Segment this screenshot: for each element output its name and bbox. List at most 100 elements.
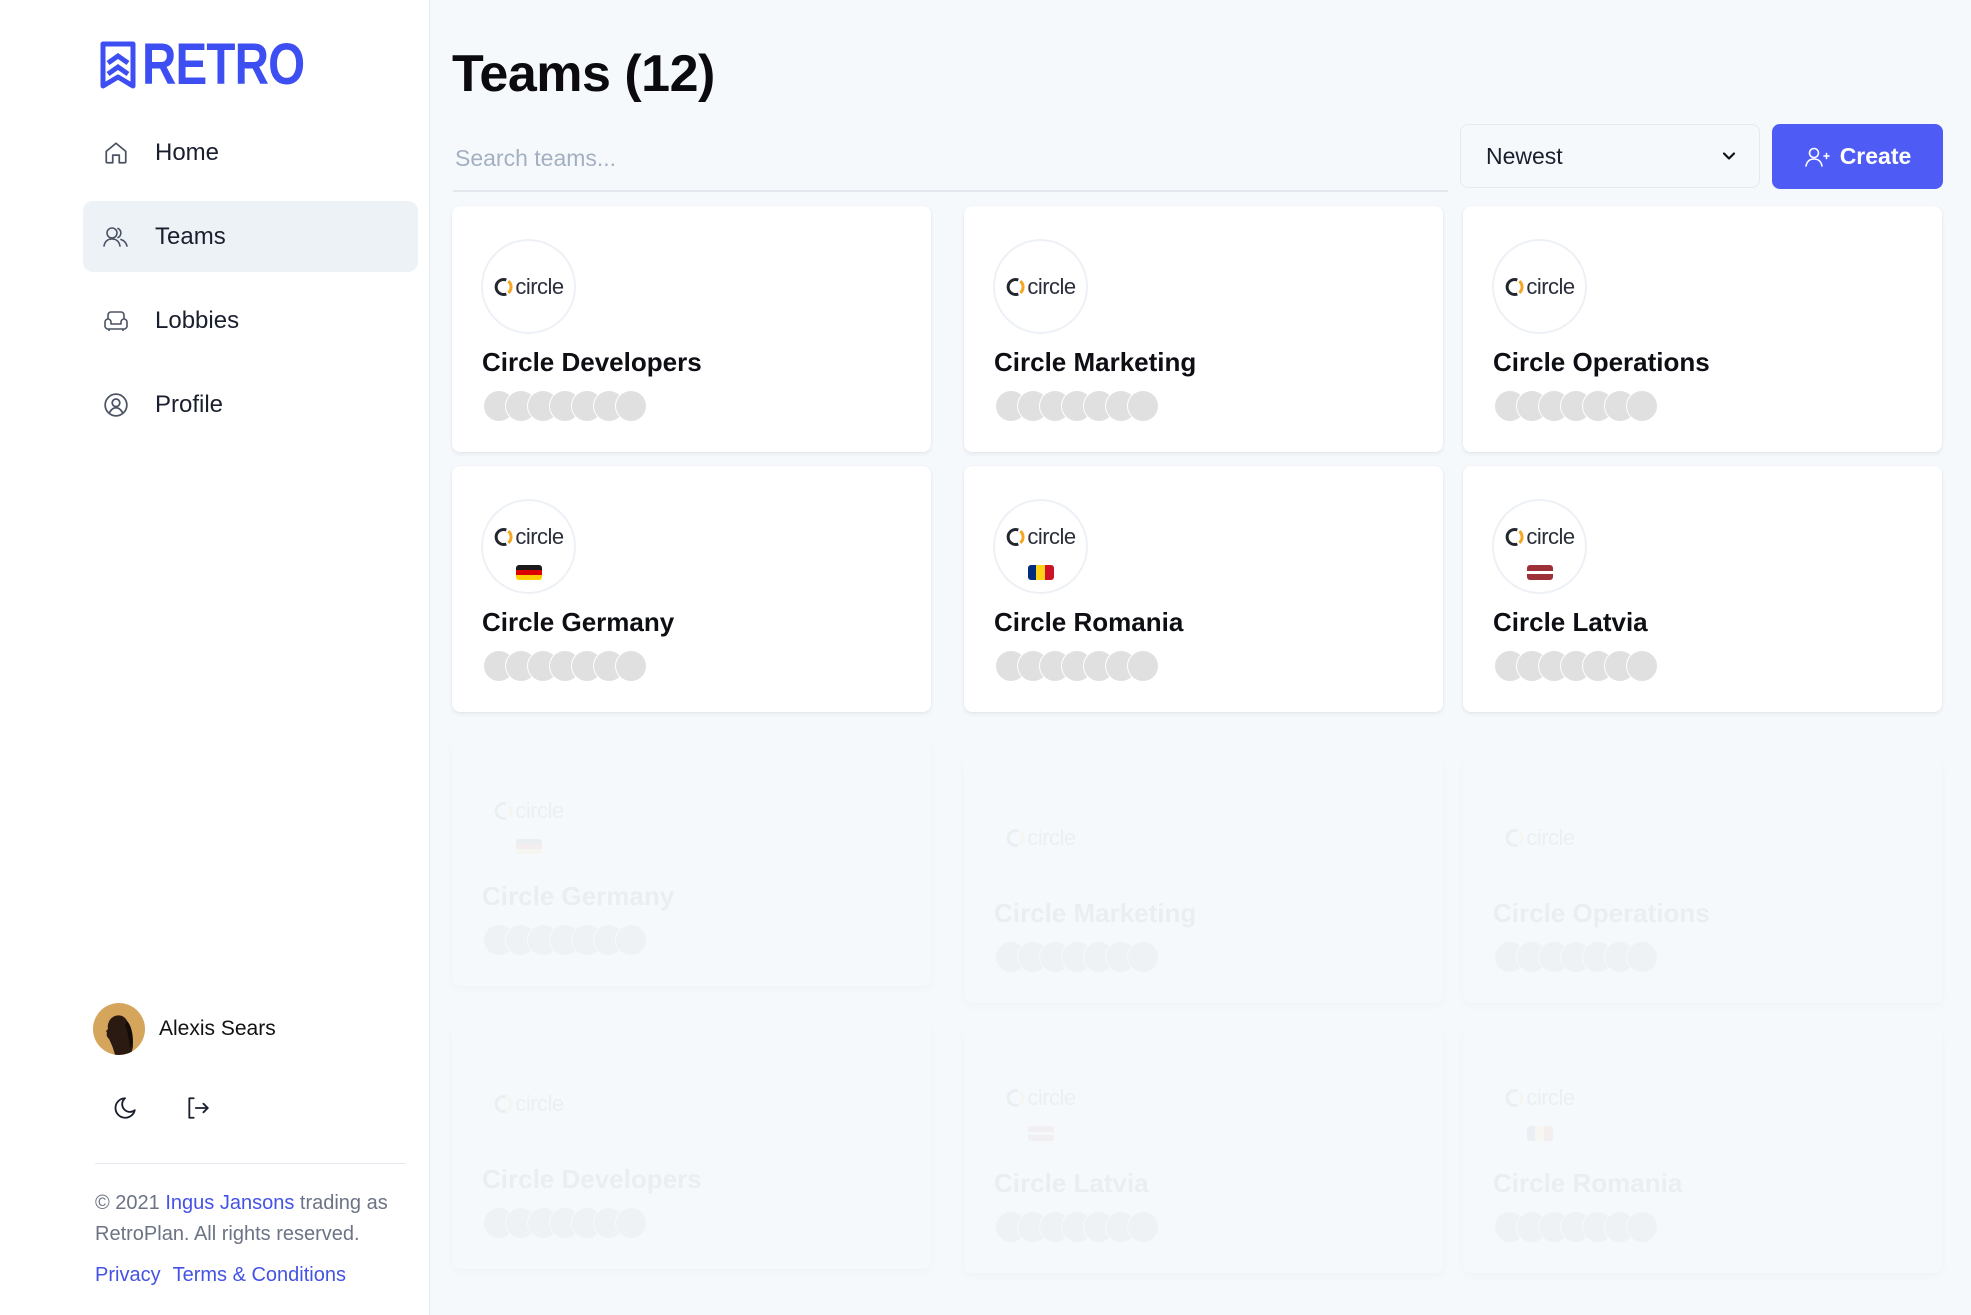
- member-avatars: [995, 650, 1195, 682]
- logo-text: circle: [1526, 273, 1575, 299]
- author-link[interactable]: Ingus Jansons: [165, 1192, 294, 1214]
- team-name: Circle Operations: [1493, 347, 1710, 377]
- armchair-icon: [101, 306, 131, 336]
- team-card[interactable]: circle Circle Germany: [452, 466, 931, 712]
- circle-logo: circle: [493, 798, 564, 824]
- logo-text: circle: [1027, 1085, 1076, 1111]
- copyright-prefix: © 2021: [95, 1192, 166, 1214]
- member-avatar: [615, 924, 647, 956]
- logo-text: circle: [1027, 524, 1076, 550]
- member-avatars: [1494, 390, 1694, 422]
- team-logo: circle: [481, 499, 576, 594]
- page-title: Teams (12): [452, 45, 715, 103]
- circle-logo: circle: [493, 524, 564, 550]
- flag-lv-icon: [1526, 564, 1553, 580]
- sort-select[interactable]: Newest: [1460, 124, 1760, 188]
- privacy-link[interactable]: Privacy: [95, 1264, 161, 1287]
- logout-icon: [188, 1097, 209, 1119]
- circle-logo: circle: [1005, 524, 1076, 550]
- sidebar-item-profile[interactable]: Profile: [83, 369, 418, 440]
- sidebar-item-label: Teams: [155, 222, 226, 250]
- member-avatars: [1494, 1211, 1694, 1243]
- team-logo: circle: [993, 790, 1088, 885]
- flag-lv-icon: [1027, 1125, 1054, 1141]
- team-name: Circle Germany: [482, 607, 675, 637]
- team-name: Circle Germany: [482, 881, 674, 912]
- team-card[interactable]: circle Circle Marketing: [964, 206, 1443, 452]
- logo-text: circle: [515, 798, 564, 824]
- team-name: Circle Marketing: [994, 347, 1197, 377]
- circle-logo: circle: [1504, 825, 1575, 851]
- member-avatars: [1494, 941, 1694, 973]
- circle-logo-mark-icon: [1505, 528, 1524, 547]
- sidebar-item-lobbies[interactable]: Lobbies: [83, 285, 418, 356]
- sidebar-item-home[interactable]: Home: [83, 117, 418, 188]
- logo-text: circle: [1027, 273, 1076, 299]
- member-avatar: [1127, 390, 1159, 422]
- chevron-down-icon: [1721, 143, 1737, 170]
- create-team-button[interactable]: Create: [1772, 124, 1943, 189]
- team-name: Circle Latvia: [1493, 607, 1648, 637]
- team-card[interactable]: circle Circle Romania: [964, 466, 1443, 712]
- user-circle-icon: [101, 390, 131, 420]
- theme-toggle-button[interactable]: [110, 1093, 140, 1123]
- sidebar: RETRO Home Teams Lobbies Profile Alexis …: [0, 0, 430, 1315]
- circle-logo-mark-icon: [1505, 277, 1524, 296]
- team-name: Circle Romania: [994, 607, 1184, 637]
- member-avatar: [1626, 941, 1658, 973]
- member-avatar: [1127, 650, 1159, 682]
- circle-logo: circle: [1005, 273, 1076, 300]
- logo-text: circle: [1526, 825, 1575, 851]
- flag-de-icon: [515, 838, 542, 854]
- team-logo: circle: [993, 1060, 1088, 1155]
- member-avatars: [995, 1211, 1195, 1243]
- member-avatars: [483, 1207, 683, 1239]
- team-logo: circle: [993, 499, 1088, 594]
- search-input[interactable]: [453, 126, 1448, 192]
- flag-ro-icon: [1526, 1125, 1553, 1141]
- team-name: Circle Romania: [1493, 1168, 1682, 1199]
- team-card[interactable]: circle Circle Operations: [1463, 206, 1942, 452]
- logo-text: circle: [515, 273, 564, 299]
- copyright-text: © 2021 Ingus Jansons trading as RetroPla…: [95, 1188, 415, 1250]
- member-avatars: [483, 924, 683, 956]
- circle-logo-mark-icon: [1006, 828, 1025, 847]
- terms-link[interactable]: Terms & Conditions: [173, 1264, 346, 1287]
- circle-logo-mark-icon: [1006, 1089, 1025, 1108]
- team-name: Circle Marketing: [994, 898, 1196, 929]
- team-name: Circle Developers: [482, 1164, 702, 1195]
- circle-logo-mark-icon: [1006, 528, 1025, 547]
- sidebar-item-label: Profile: [155, 390, 224, 418]
- add-user-icon: [1804, 147, 1830, 167]
- logo-text: circle: [1526, 1085, 1575, 1111]
- user-profile[interactable]: Alexis Sears: [93, 1003, 276, 1055]
- member-avatar: [615, 650, 647, 682]
- team-name: Circle Operations: [1493, 898, 1710, 929]
- circle-logo: circle: [1504, 524, 1575, 550]
- team-logo: circle: [1492, 1060, 1587, 1155]
- team-card[interactable]: circle Circle Developers: [452, 206, 931, 452]
- member-avatar: [1626, 1211, 1658, 1243]
- team-name: Circle Developers: [482, 347, 702, 377]
- flag-ro-icon: [1027, 564, 1054, 580]
- member-avatars: [483, 390, 683, 422]
- circle-logo-mark-icon: [1006, 277, 1025, 296]
- circle-logo: circle: [1005, 825, 1076, 851]
- footer-links: Privacy Terms & Conditions: [95, 1264, 346, 1287]
- circle-logo-mark-icon: [494, 277, 513, 296]
- brand-logo[interactable]: RETRO: [100, 36, 340, 94]
- team-logo: circle: [481, 773, 576, 868]
- team-logo: circle: [1492, 790, 1587, 885]
- circle-logo: circle: [1504, 273, 1575, 300]
- team-logo: circle: [1492, 499, 1587, 594]
- team-card-placeholder: circle Circle Romania: [1463, 1027, 1942, 1273]
- team-card-placeholder: circle Circle Operations: [1463, 757, 1942, 1003]
- member-avatars: [483, 650, 683, 682]
- sidebar-item-label: Home: [155, 138, 220, 166]
- circle-logo: circle: [1504, 1085, 1575, 1111]
- sidebar-item-label: Lobbies: [155, 306, 240, 334]
- sidebar-item-teams[interactable]: Teams: [83, 201, 418, 272]
- users-icon: [101, 222, 131, 252]
- team-card[interactable]: circle Circle Latvia: [1463, 466, 1942, 712]
- logout-button[interactable]: [183, 1093, 213, 1123]
